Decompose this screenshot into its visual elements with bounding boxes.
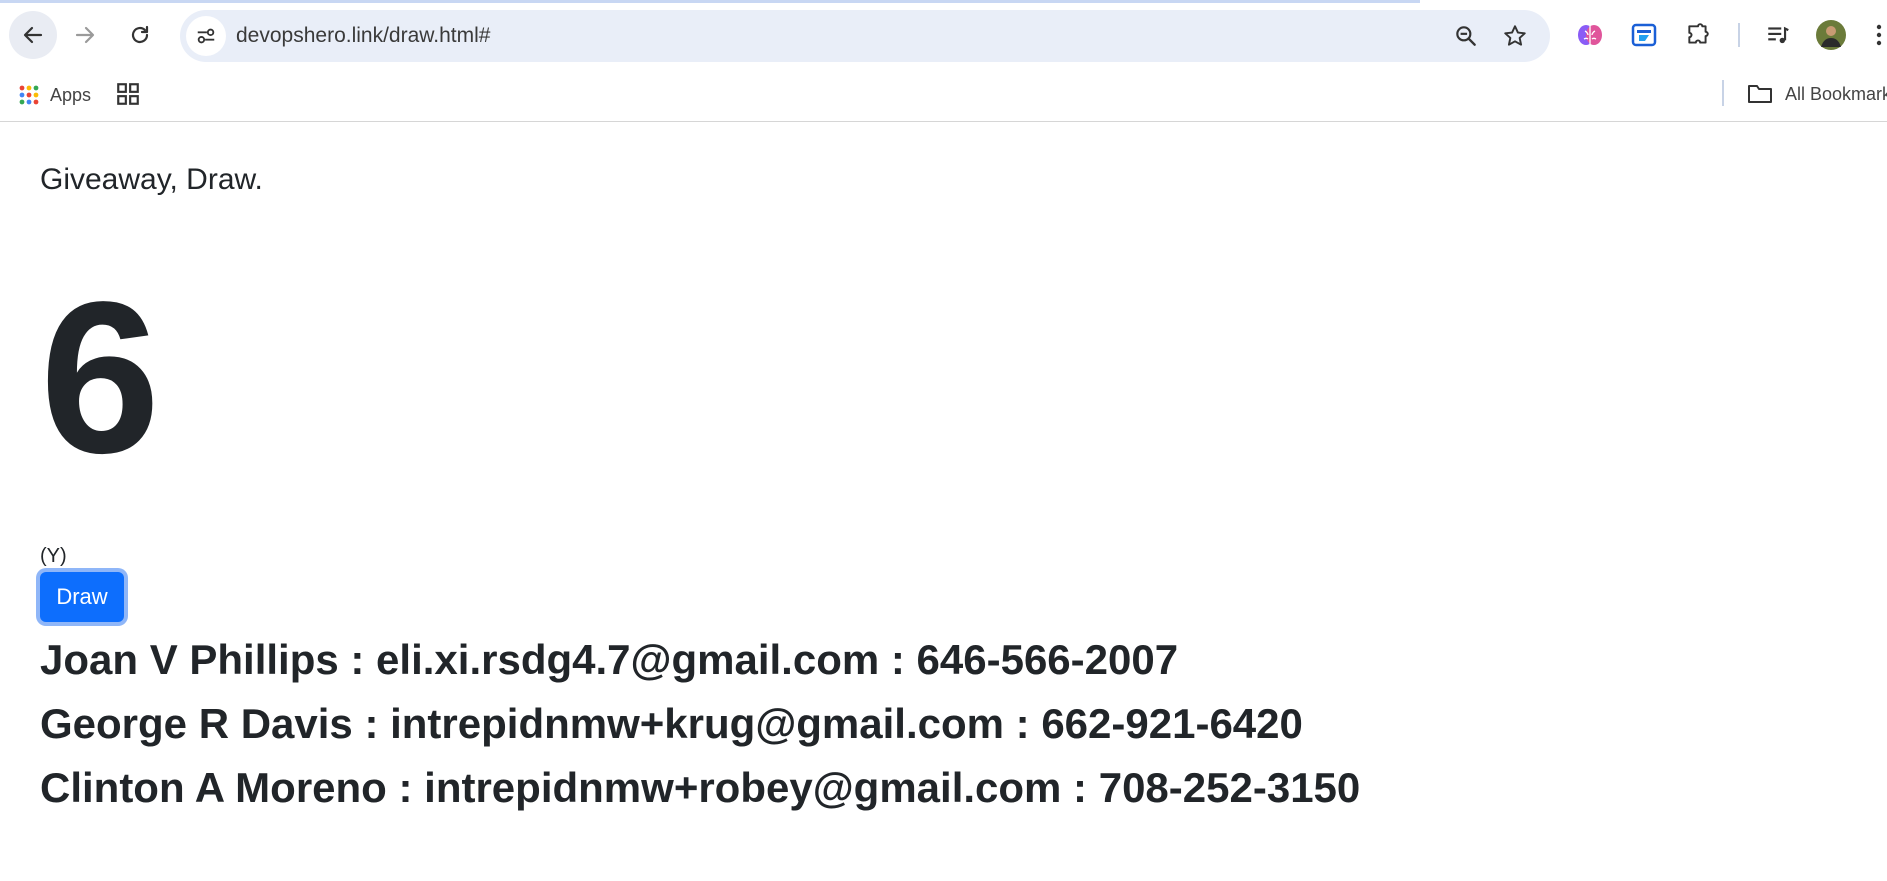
winner-entry: George R Davis : intrepidnmw+krug@gmail.… <box>40 700 1303 747</box>
drawn-count: 6 <box>40 256 161 498</box>
bookmarks-bar: Apps All Bookmarks <box>0 70 1887 122</box>
back-arrow-icon <box>23 26 43 44</box>
draw-button[interactable]: Draw <box>40 572 124 622</box>
winner-entry: Joan V Phillips : eli.xi.rsdg4.7@gmail.c… <box>40 636 1179 683</box>
bookmark-apps-label: Apps <box>50 84 92 105</box>
winner-entry: Clinton A Moreno : intrepidnmw+robey@gma… <box>40 764 1361 811</box>
forward-arrow-icon <box>75 26 95 44</box>
address-bar[interactable]: devopshero.link/draw.html# <box>180 10 1550 62</box>
forward-button[interactable] <box>61 11 109 59</box>
folder-icon <box>1748 85 1772 103</box>
page-content: Giveaway, Draw. 6 (Y) Draw Joan V Philli… <box>0 123 1887 881</box>
reload-icon <box>131 25 149 44</box>
site-info-button[interactable] <box>186 16 226 56</box>
browser-menu-icon[interactable] <box>1870 19 1887 51</box>
site-info-icon <box>197 28 215 44</box>
all-bookmarks-button[interactable]: All Bookmarks <box>1747 80 1887 108</box>
browser-toolbar: devopshero.link/draw.html# <box>0 0 1887 70</box>
y-label: (Y) <box>40 545 67 567</box>
star-icon[interactable] <box>1502 23 1528 49</box>
toolbar-divider <box>1738 23 1740 47</box>
brain-extension-icon[interactable] <box>1574 19 1606 51</box>
tab-groups-icon[interactable] <box>115 81 141 107</box>
url-text[interactable]: devopshero.link/draw.html# <box>236 24 490 48</box>
zoom-icon[interactable] <box>1453 23 1479 49</box>
back-button[interactable] <box>9 11 57 59</box>
profile-avatar[interactable] <box>1815 19 1847 51</box>
media-queue-icon[interactable] <box>1762 19 1794 51</box>
loading-bar <box>0 0 1420 3</box>
apps-grid-icon <box>19 85 39 105</box>
screen-extension-icon[interactable] <box>1628 19 1660 51</box>
bookmark-apps[interactable]: Apps <box>18 82 91 108</box>
winners-list: Joan V Phillips : eli.xi.rsdg4.7@gmail.c… <box>40 628 1360 820</box>
all-bookmarks-label: All Bookmarks <box>1785 83 1887 104</box>
reload-button[interactable] <box>116 11 164 59</box>
page-subtitle: Giveaway, Draw. <box>40 163 263 196</box>
bookmarks-divider <box>1722 80 1724 106</box>
puzzle-extensions-icon[interactable] <box>1682 19 1714 51</box>
